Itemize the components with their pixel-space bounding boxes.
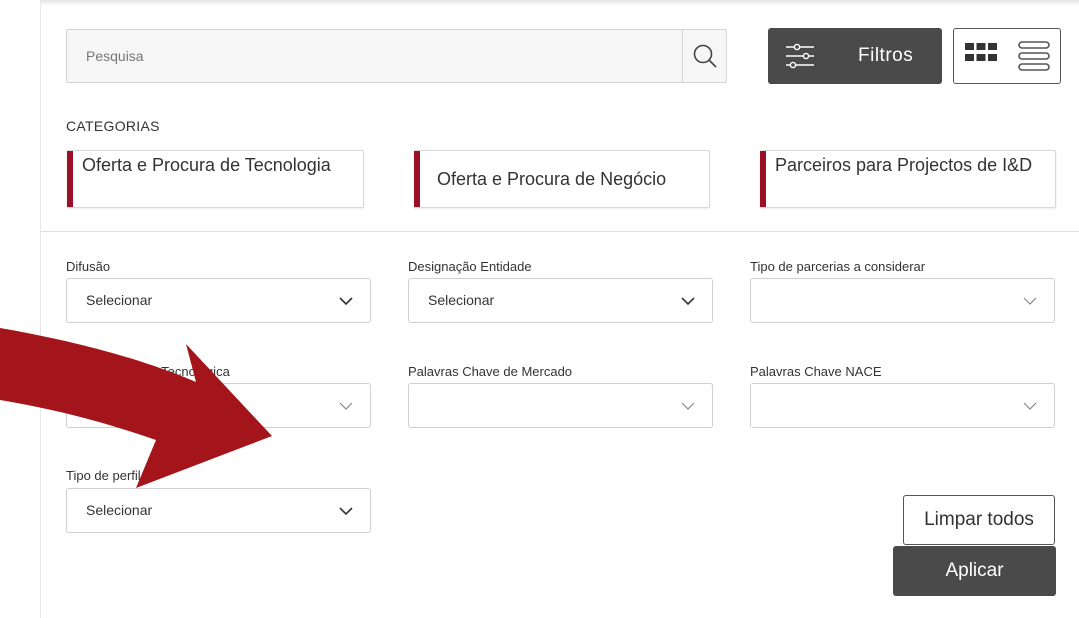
select-palavras-tecnologica[interactable] <box>66 383 371 428</box>
view-toggle <box>953 28 1061 84</box>
filter-label-difusao: Difusão <box>66 259 111 274</box>
filter-label-palavras-nace: Palavras Chave NACE <box>750 364 882 379</box>
clear-all-button[interactable]: Limpar todos <box>903 495 1055 545</box>
list-view-button[interactable] <box>1007 29 1060 83</box>
select-palavras-nace[interactable] <box>750 383 1055 428</box>
filter-label-palavras-mercado: Palavras Chave de Mercado <box>408 364 573 379</box>
select-value: Selecionar <box>86 292 153 308</box>
categories-title: CATEGORIAS <box>66 118 160 134</box>
search-button[interactable] <box>682 30 727 82</box>
chevron-down-icon <box>339 402 353 410</box>
select-difusao[interactable]: Selecionar <box>66 278 371 323</box>
section-divider <box>41 231 1079 232</box>
panel-top-shadow <box>40 0 1079 6</box>
category-tech-offer[interactable]: Oferta e Procura de Tecnologia <box>67 150 364 208</box>
category-label: Oferta e Procura de Tecnologia <box>82 155 331 175</box>
chevron-down-icon <box>1023 297 1037 305</box>
select-value: Selecionar <box>86 502 153 518</box>
search-icon <box>693 44 717 68</box>
list-icon <box>1017 41 1050 71</box>
chevron-down-icon <box>681 297 695 306</box>
category-accent-bar <box>414 151 420 207</box>
select-tipo-parcerias[interactable] <box>750 278 1055 323</box>
grid-icon <box>964 43 997 61</box>
chevron-down-icon <box>339 507 353 516</box>
select-tipo-perfil[interactable]: Selecionar <box>66 488 371 533</box>
category-rd-partners[interactable]: Parceiros para Projectos de I&D <box>760 150 1056 208</box>
chevron-down-icon <box>1023 402 1037 410</box>
chevron-down-icon <box>681 402 695 410</box>
apply-button[interactable]: Aplicar <box>893 546 1056 596</box>
chevron-down-icon <box>339 297 353 306</box>
grid-view-button[interactable] <box>954 29 1007 83</box>
select-palavras-mercado[interactable] <box>408 383 713 428</box>
search-input[interactable] <box>67 30 682 82</box>
filter-label-palavras-tecnologica: Palavras Chave Tecnológica <box>66 364 230 379</box>
filter-label-designacao: Designação Entidade <box>408 259 532 274</box>
category-accent-bar <box>760 151 766 207</box>
category-label: Parceiros para Projectos de I&D <box>775 155 1033 175</box>
filters-button-label: Filtros <box>858 45 914 66</box>
panel-border <box>40 0 41 618</box>
filters-button[interactable]: Filtros <box>768 28 942 84</box>
category-accent-bar <box>67 151 73 207</box>
category-label: Oferta e Procura de Negócio <box>437 168 667 189</box>
filter-label-tipo-perfil: Tipo de perfil <box>66 468 141 483</box>
filter-label-tipo-parcerias: Tipo de parcerias a considerar <box>750 259 926 274</box>
sliders-icon <box>786 43 814 69</box>
select-designacao-entidade[interactable]: Selecionar <box>408 278 713 323</box>
search-bar <box>66 29 727 83</box>
category-business-offer[interactable]: Oferta e Procura de Negócio <box>414 150 710 208</box>
select-value: Selecionar <box>428 292 495 308</box>
